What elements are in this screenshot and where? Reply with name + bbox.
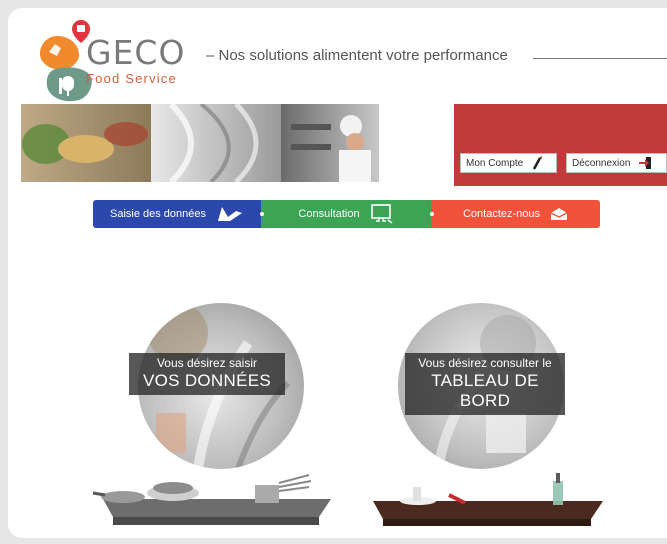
nav-saisie-label: Saisie des données <box>109 208 206 220</box>
mon-compte-label: Mon Compte <box>466 157 524 169</box>
promo-tableau-de-bord[interactable]: Vous désirez consulter le TABLEAU DE BOR… <box>353 303 613 533</box>
promo-saisie-line1: Vous désirez saisir <box>156 356 258 370</box>
promo-saisie-caption: Vous désirez saisir VOS DONNÉES <box>129 353 285 395</box>
promo-tableau-line1: Vous désirez consulter le <box>418 356 552 370</box>
tagline: – Nos solutions alimentent votre perform… <box>206 47 508 64</box>
pencil-icon <box>533 156 543 170</box>
promo-tableau-line2: TABLEAU DE BORD <box>431 371 539 410</box>
promo-tableau-caption: Vous désirez consulter le TABLEAU DE BOR… <box>405 353 565 415</box>
logo-text: GECO <box>86 33 186 72</box>
mon-compte-button[interactable]: Mon Compte <box>460 153 557 173</box>
account-panel: Mon Compte Déconnexion <box>454 104 667 186</box>
tagline-divider <box>533 58 667 59</box>
nav-saisie-donnees[interactable]: Saisie des données <box>93 200 264 228</box>
monitor-icon <box>370 204 394 224</box>
logo-subtext: Food Service <box>86 71 177 86</box>
main-nav: Saisie des données Consultation Contacte… <box>93 200 600 228</box>
promo-saisie-line2: VOS DONNÉES <box>143 371 271 390</box>
deconnexion-button[interactable]: Déconnexion <box>566 153 667 173</box>
deconnexion-label: Déconnexion <box>572 157 631 169</box>
mail-icon <box>550 207 568 221</box>
page-card: GECO Food Service – Nos solutions alimen… <box>8 8 667 538</box>
logout-icon <box>639 157 652 169</box>
nav-consultation-label: Consultation <box>298 208 360 220</box>
nav-separator-dot <box>430 212 434 216</box>
nav-contact-label: Contactez-nous <box>462 208 541 220</box>
dining-table-icon <box>373 473 603 526</box>
nav-contact[interactable]: Contactez-nous <box>431 200 600 228</box>
kitchen-counter-icon <box>92 474 331 525</box>
promo-saisie-donnees[interactable]: Vous désirez saisir VOS DONNÉES <box>83 303 343 533</box>
nav-separator-dot <box>260 212 264 216</box>
nav-consultation[interactable]: Consultation <box>261 200 434 228</box>
hand-writing-icon <box>216 205 244 223</box>
header-banner-image <box>21 104 379 182</box>
